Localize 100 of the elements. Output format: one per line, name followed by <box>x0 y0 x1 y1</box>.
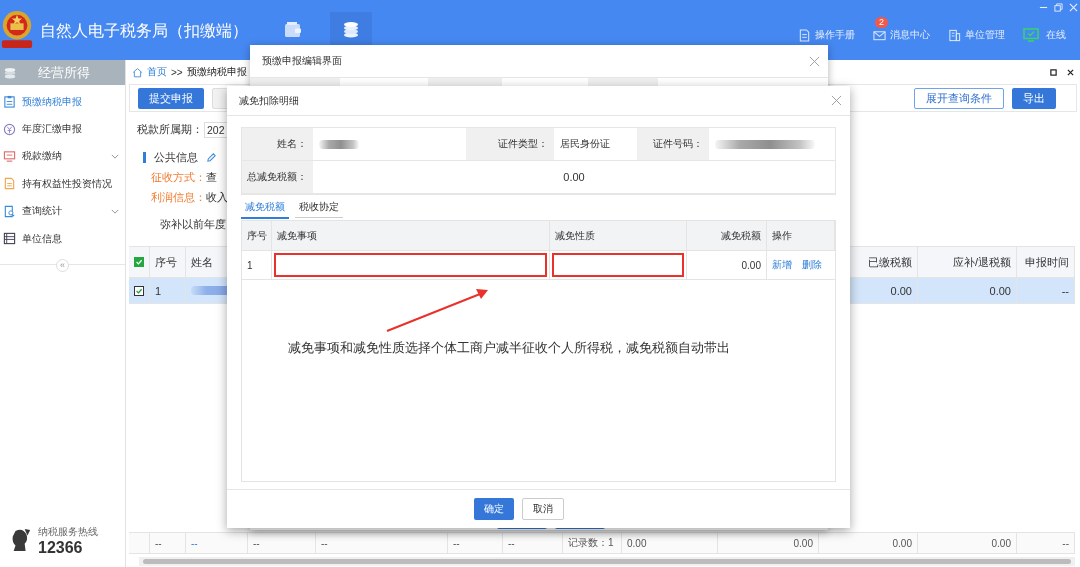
pencil-icon[interactable] <box>206 152 217 163</box>
sidebar-item[interactable]: 预缴纳税申报 <box>0 88 125 116</box>
section-marker <box>143 152 146 163</box>
close-icon[interactable] <box>1067 68 1074 76</box>
document-icon <box>3 177 16 191</box>
field-value: 收入 <box>206 191 228 205</box>
summary-cell: 0.00 <box>622 533 718 553</box>
summary-cell: 0.00 <box>718 533 819 553</box>
summary-cell[interactable]: -- <box>186 533 248 553</box>
sidebar-item[interactable]: 税款缴纳 <box>0 142 125 171</box>
column-header: 减免事项 <box>272 221 550 250</box>
sidebar-item[interactable]: 年度汇缴申报 <box>0 115 125 143</box>
cancel-button[interactable]: 取消 <box>521 498 564 520</box>
column-header: 减免性质 <box>550 221 687 250</box>
select-field[interactable] <box>552 253 684 277</box>
column-header: 应补/退税额 <box>918 247 1017 277</box>
confirm-button[interactable]: 确定 <box>473 498 514 520</box>
breadcrumb-link[interactable]: 首页 <box>147 65 167 79</box>
yen-coin-icon <box>3 122 16 136</box>
sidebar-item[interactable]: 持有权益性投资情况 <box>0 170 125 198</box>
select-field[interactable] <box>274 253 547 277</box>
note-text: 弥补以前年度 <box>159 217 226 232</box>
horizontal-scrollbar[interactable] <box>139 557 1075 566</box>
info-label: 姓名： <box>242 128 313 161</box>
annotation-text: 减免事项和减免性质选择个体工商户减半征收个人所得税，减免税额自动带出 <box>288 339 730 357</box>
period-label: 税款所属期： <box>137 123 203 137</box>
blurred-text <box>319 139 359 149</box>
summary-cell: -- <box>150 533 186 553</box>
dialog-title: 减免扣除明细 <box>239 93 299 108</box>
column-header: 序号 <box>242 221 272 250</box>
table-cell: 1 <box>150 278 186 303</box>
sidebar-title: 经营所得 <box>38 63 90 82</box>
header-link[interactable]: 单位管理 <box>948 28 1005 42</box>
sidebar-item[interactable]: 查询统计 <box>0 197 125 225</box>
sidebar-label: 查询统计 <box>22 204 62 219</box>
summary-cell: -- <box>316 533 448 553</box>
coin-stack-icon <box>341 20 361 40</box>
header-link[interactable]: 操作手册 <box>798 28 855 42</box>
document-search-icon <box>3 204 16 218</box>
checkbox[interactable] <box>134 285 144 296</box>
sidebar-item[interactable]: 单位信息 <box>0 224 125 253</box>
sidebar-label: 单位信息 <box>22 231 62 246</box>
expand-filters-button[interactable]: 展开查询条件 <box>914 87 1004 109</box>
building-icon <box>948 28 961 42</box>
summary-cell: 0.00 <box>819 533 918 553</box>
maximize-icon[interactable] <box>1050 68 1057 76</box>
tab[interactable]: 减免税额 <box>241 196 289 219</box>
section-title: 公共信息 <box>154 150 198 165</box>
info-label: 证件类型： <box>466 128 554 161</box>
field-value: 查 <box>206 171 217 185</box>
action-link[interactable]: 删除 <box>802 258 822 272</box>
monitor-check-icon <box>1023 28 1039 42</box>
sidebar-label: 年度汇缴申报 <box>22 122 82 137</box>
summary-cell: -- <box>248 533 316 553</box>
breadcrumb-separator: >> <box>171 66 183 78</box>
info-label: 总减免税额： <box>242 161 313 194</box>
sidebar-label: 税款缴纳 <box>22 149 62 164</box>
tab[interactable]: 税收协定 <box>295 197 343 218</box>
summary-cell: 记录数：1 <box>563 533 622 553</box>
clipboard-icon <box>3 95 16 109</box>
link-label: 操作手册 <box>815 28 855 42</box>
list-icon <box>3 232 16 246</box>
field-label: 利润信息： <box>151 191 206 205</box>
checkbox[interactable] <box>134 257 144 267</box>
sidebar-label: 预缴纳税申报 <box>22 94 82 109</box>
summary-cell: -- <box>503 533 563 553</box>
link-label: 消息中心 <box>890 28 930 42</box>
column-header: 减免税额 <box>687 221 767 250</box>
table-cell: -- <box>1017 278 1075 303</box>
document-icon <box>798 28 811 42</box>
notification-badge: 2 <box>875 17 888 28</box>
mail-icon <box>873 28 886 42</box>
breadcrumb-current: 预缴纳税申报 <box>186 65 247 79</box>
summary-cell: -- <box>448 533 503 553</box>
collapse-button[interactable]: « <box>56 259 69 273</box>
export-button[interactable]: 导出 <box>1012 87 1056 109</box>
table-cell: 1 <box>242 251 272 279</box>
home-icon <box>132 66 143 78</box>
app-title: 自然人电子税务局（扣缴端） <box>40 21 248 41</box>
summary-cell: -- <box>1017 533 1075 553</box>
wallet-icon <box>283 20 303 40</box>
info-label: 证件号码： <box>637 128 709 161</box>
hotline-caption: 纳税服务热线 <box>38 525 98 539</box>
column-header: 操作 <box>767 221 835 250</box>
column-header: 申报时间 <box>1017 247 1075 277</box>
summary-cell: 0.00 <box>918 533 1017 553</box>
table-cell: 0.00 <box>918 278 1017 303</box>
action-link[interactable]: 新增 <box>772 258 792 272</box>
link-label: 在线 <box>1046 28 1066 42</box>
monitor-icon <box>3 149 16 163</box>
restore-icon[interactable] <box>1054 3 1063 12</box>
coin-stack-icon <box>3 65 17 80</box>
header-link[interactable]: 在线 <box>1023 28 1066 42</box>
submit-button[interactable]: 提交申报 <box>138 87 204 109</box>
dialog-title: 预缴申报编辑界面 <box>262 54 342 68</box>
link-label: 单位管理 <box>965 28 1005 42</box>
table-cell: 0.00 <box>687 251 767 279</box>
info-value: 0.00 <box>313 161 835 194</box>
field-label: 征收方式： <box>151 171 206 185</box>
header-link[interactable]: 消息中心 <box>873 28 930 42</box>
